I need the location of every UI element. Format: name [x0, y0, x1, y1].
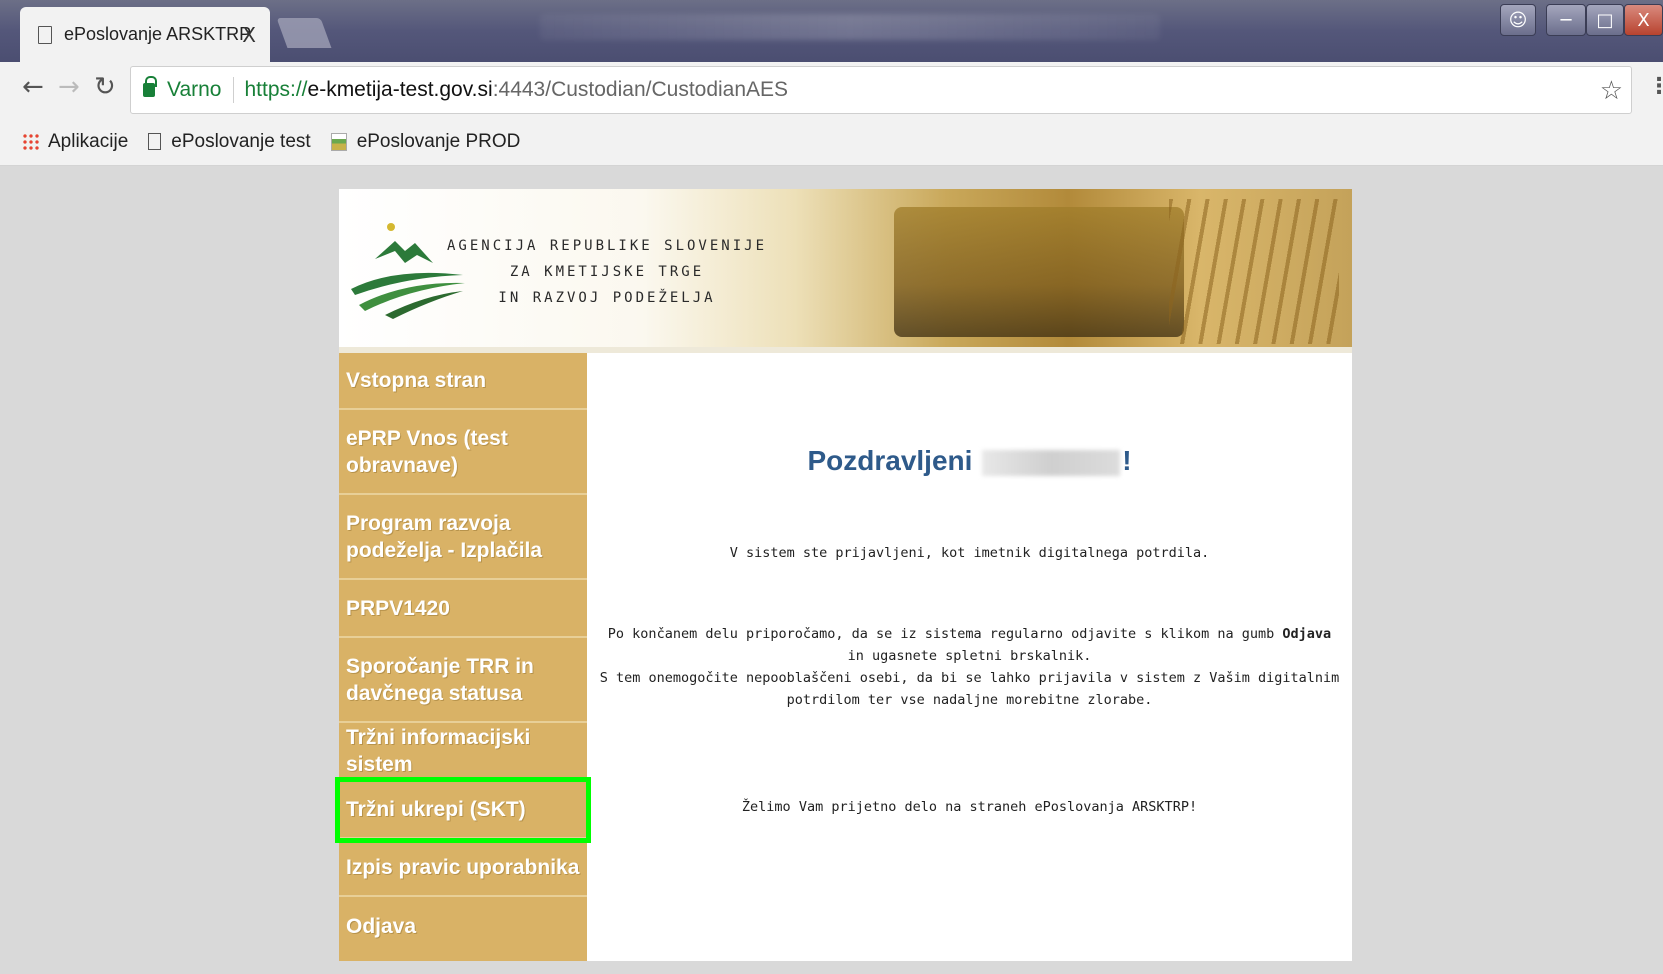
page-icon	[148, 133, 162, 150]
nav-item-vstopna-stran[interactable]: Vstopna stran	[339, 353, 587, 410]
bookmark-label: ePoslovanje PROD	[356, 130, 521, 152]
address-bar[interactable]: Varno https://e-kmetija-test.gov.si:4443…	[130, 66, 1632, 114]
page-container: AGENCIJA REPUBLIKE SLOVENIJE ZA KMETIJSK…	[335, 189, 1352, 961]
harvester-image	[894, 207, 1184, 337]
url-path: :4443/Custodian/CustodianAES	[492, 78, 789, 101]
reload-icon[interactable]: ↻	[94, 72, 116, 102]
bookmark-apps[interactable]: Aplikacije	[22, 131, 128, 153]
nav-item-trzni-informacijski-sistem[interactable]: Tržni informacijski sistem	[339, 723, 587, 781]
apps-icon	[22, 132, 40, 151]
user-profile-icon[interactable]: ☺	[1500, 4, 1536, 36]
minimize-button[interactable]: ─	[1546, 4, 1586, 36]
bookmark-eposlovanje-test[interactable]: ePoslovanje test	[148, 130, 311, 153]
divider	[233, 77, 235, 103]
agency-name: AGENCIJA REPUBLIKE SLOVENIJE ZA KMETIJSK…	[447, 233, 767, 311]
secure-label: Varno	[167, 78, 222, 101]
greeting-prefix: Pozdravljeni	[807, 445, 973, 476]
redacted-username	[982, 449, 1121, 476]
window-title-blurred	[540, 14, 1160, 40]
back-arrow-icon[interactable]: ←	[22, 72, 44, 102]
agency-name-line1: AGENCIJA REPUBLIKE SLOVENIJE	[447, 238, 768, 254]
header-banner: AGENCIJA REPUBLIKE SLOVENIJE ZA KMETIJSK…	[339, 189, 1352, 353]
url-scheme: https://	[244, 78, 308, 101]
login-info-text: V sistem ste prijavljeni, kot imetnik di…	[729, 545, 1210, 561]
nav-item-prpv1420[interactable]: PRPV1420	[339, 580, 587, 638]
farewell-text: Želimo Vam prijetno delo na straneh ePos…	[741, 799, 1198, 815]
page-icon	[38, 25, 52, 44]
new-tab-button[interactable]	[276, 18, 332, 48]
browser-menu-icon[interactable]: ⋮	[1648, 74, 1663, 99]
browser-toolbar: ← → ↻ Varno https://e-kmetija-test.gov.s…	[0, 62, 1663, 118]
agency-name-line2: ZA KMETIJSKE TRGE	[509, 264, 705, 280]
bookmark-label: Aplikacije	[48, 130, 129, 152]
agency-name-line3: IN RAZVOJ PODEŽELJA	[498, 290, 716, 306]
browser-tab[interactable]: ePoslovanje ARSKTRP X	[20, 7, 270, 62]
logout-advice-bold: Odjava	[1282, 626, 1332, 642]
bookmark-label: ePoslovanje test	[171, 130, 311, 152]
nav-item-izpis-pravic[interactable]: Izpis pravic uporabnika	[339, 839, 587, 897]
url-host: e-kmetija-test.gov.si	[307, 78, 493, 101]
forward-arrow-icon[interactable]: →	[58, 72, 80, 102]
logout-advice-after: in ugasnete spletni brskalnik.	[847, 648, 1092, 664]
greeting-heading: Pozdravljeni !	[587, 445, 1352, 477]
logout-advice-text: Po končanem delu priporočamo, da se iz s…	[597, 623, 1342, 667]
nav-item-eprp-vnos[interactable]: ePRP Vnos (test obravnave)	[339, 410, 587, 495]
nav-item-program-razvoja[interactable]: Program razvoja podeželja - Izplačila	[339, 495, 587, 580]
nav-item-trzni-ukrepi[interactable]: Tržni ukrepi (SKT)	[335, 777, 591, 843]
main-content: Pozdravljeni ! V sistem ste prijavljeni,…	[587, 353, 1352, 961]
tab-title: ePoslovanje ARSKTRP	[64, 24, 252, 44]
lock-icon	[143, 76, 157, 97]
security-warning-text: S tem onemogočite nepooblaščeni osebi, d…	[599, 670, 1340, 708]
nav-item-odjava[interactable]: Odjava	[339, 897, 587, 955]
greeting-suffix: !	[1122, 445, 1132, 476]
tab-close-button[interactable]: X	[242, 23, 256, 47]
close-window-button[interactable]: X	[1624, 4, 1663, 36]
maximize-button[interactable]: □	[1586, 4, 1624, 36]
logout-advice-before: Po končanem delu priporočamo, da se iz s…	[607, 626, 1283, 642]
wheat-image	[1169, 199, 1339, 344]
bookmark-eposlovanje-prod[interactable]: ePoslovanje PROD	[330, 130, 521, 153]
window-titlebar: ePoslovanje ARSKTRP X ☺ ─ □ X	[0, 0, 1663, 62]
sidebar-nav: Vstopna stran ePRP Vnos (test obravnave)…	[335, 353, 591, 961]
favicon-icon	[330, 132, 347, 151]
nav-item-sporocanje-trr[interactable]: Sporočanje TRR in davčnega statusa	[339, 638, 587, 723]
bookmarks-bar: Aplikacije ePoslovanje test ePoslovanje …	[0, 118, 1663, 166]
bookmark-star-icon[interactable]: ☆	[1600, 75, 1623, 106]
